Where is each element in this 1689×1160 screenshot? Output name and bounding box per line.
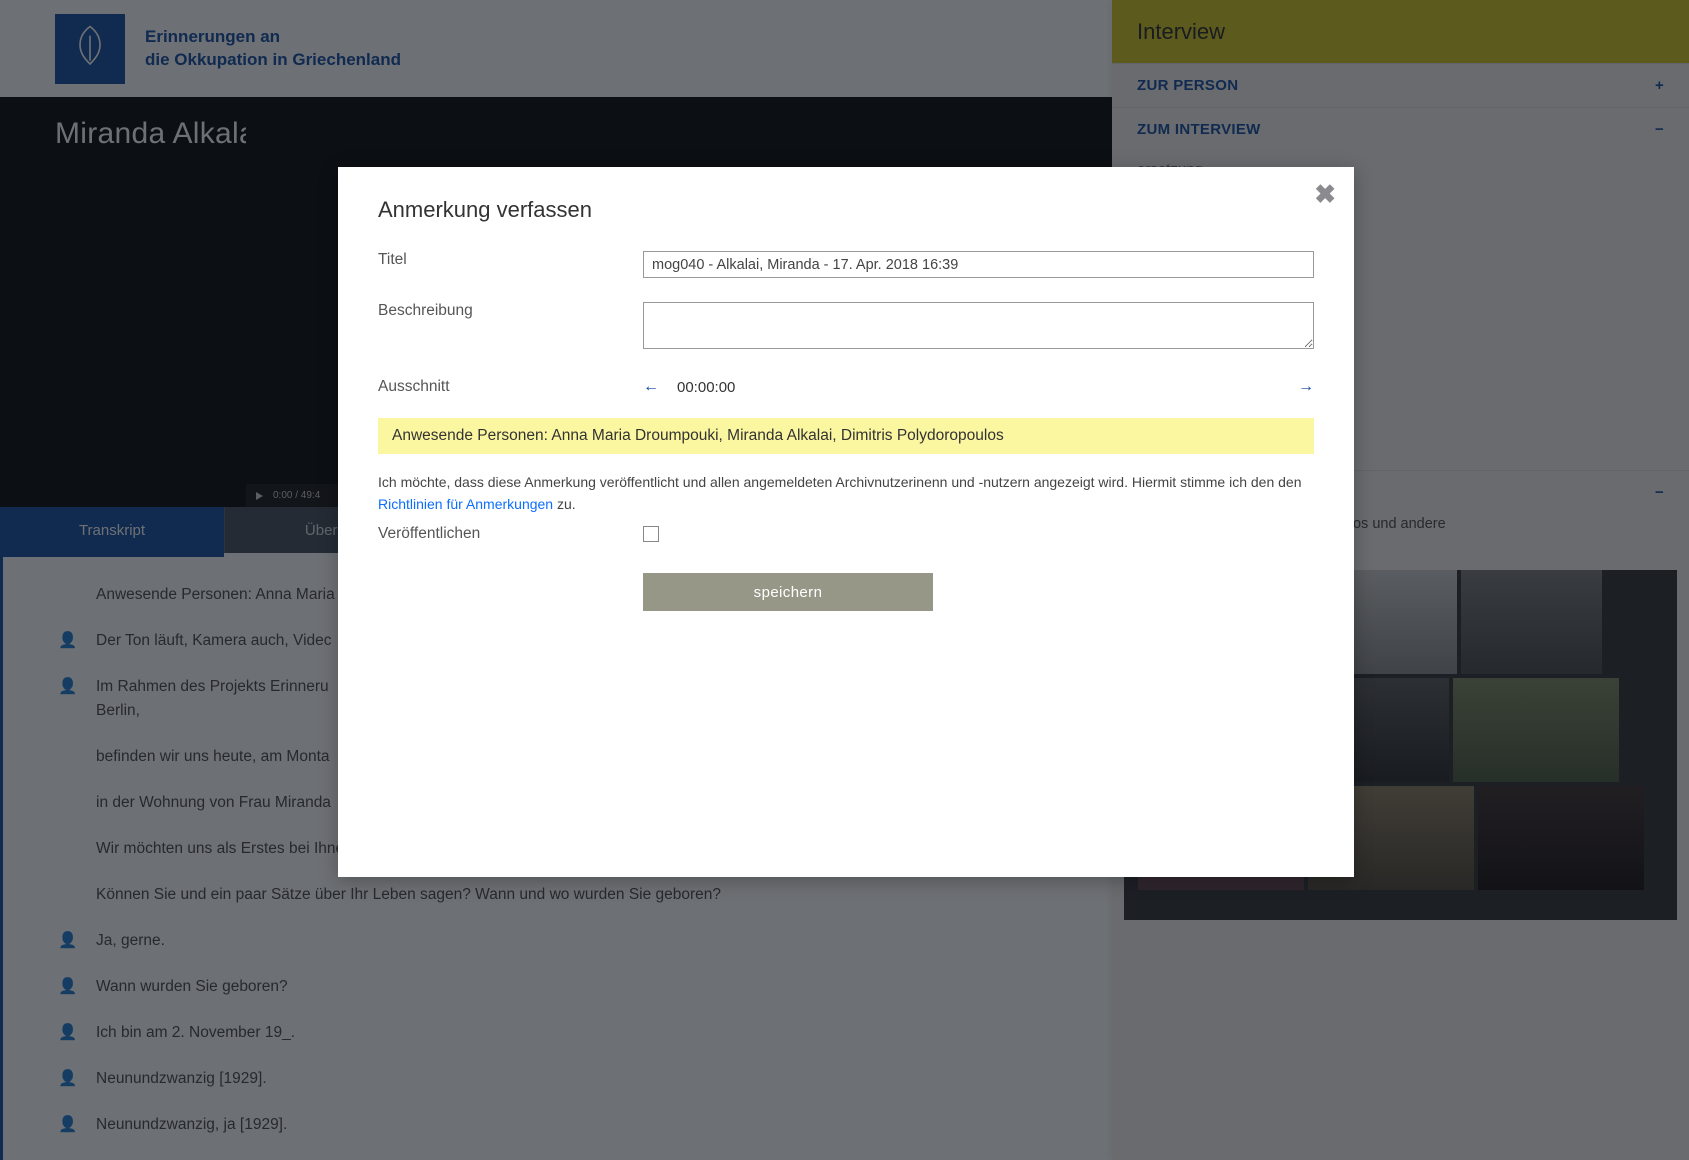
arrow-left-icon[interactable]: ← [643, 378, 659, 396]
close-icon[interactable]: ✖ [1314, 179, 1336, 210]
save-button[interactable]: speichern [643, 573, 933, 611]
guidelines-link[interactable]: Richtlinien für Anmerkungen [378, 496, 553, 512]
modal-heading: Anmerkung verfassen [378, 197, 1314, 223]
label-clip: Ausschnitt [378, 378, 643, 396]
label-publish: Veröffentlichen [378, 525, 643, 543]
arrow-right-icon[interactable]: → [1298, 378, 1314, 396]
title-input[interactable] [643, 251, 1314, 278]
clip-transcript-highlight: Anwesende Personen: Anna Maria Droumpouk… [378, 418, 1314, 454]
note-modal: ✖ Anmerkung verfassen Titel Beschreibung… [338, 167, 1354, 877]
label-title: Titel [378, 251, 643, 269]
description-textarea[interactable] [643, 302, 1314, 349]
publish-checkbox[interactable] [643, 526, 659, 542]
consent-text: Ich möchte, dass diese Anmerkung veröffe… [378, 472, 1314, 515]
label-description: Beschreibung [378, 302, 643, 320]
clip-time: 00:00:00 [677, 379, 735, 396]
